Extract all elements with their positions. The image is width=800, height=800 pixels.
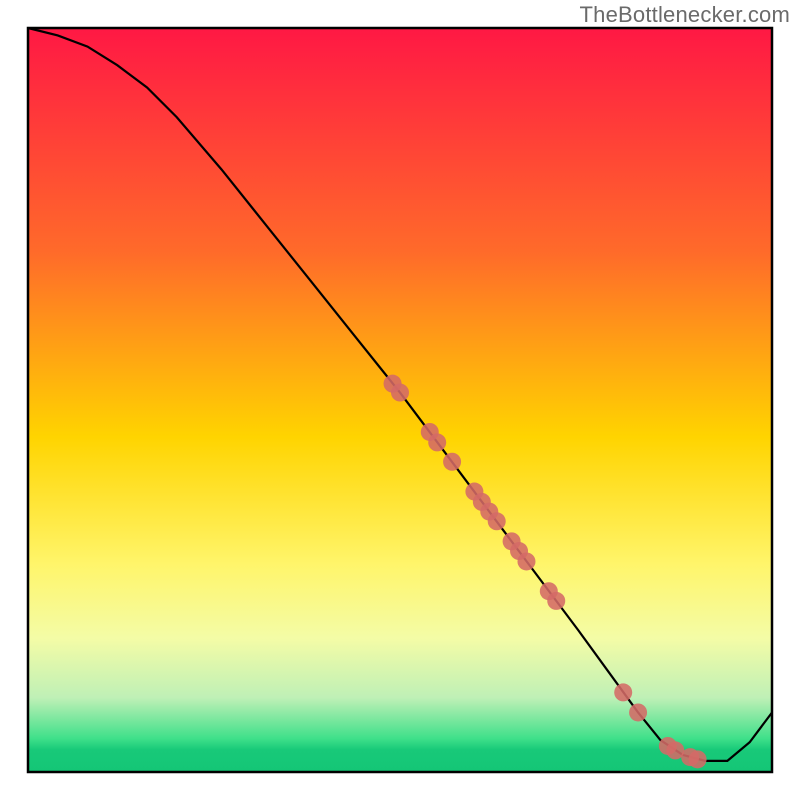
scatter-point	[443, 453, 461, 471]
scatter-point	[517, 552, 535, 570]
scatter-point	[547, 592, 565, 610]
scatter-point	[391, 384, 409, 402]
watermark-text: TheBottlenecker.com	[580, 2, 790, 28]
scatter-point	[614, 683, 632, 701]
bottleneck-chart	[0, 0, 800, 800]
scatter-point	[428, 433, 446, 451]
scatter-point	[629, 703, 647, 721]
chart-container: TheBottlenecker.com	[0, 0, 800, 800]
scatter-point	[689, 750, 707, 768]
scatter-point	[488, 512, 506, 530]
